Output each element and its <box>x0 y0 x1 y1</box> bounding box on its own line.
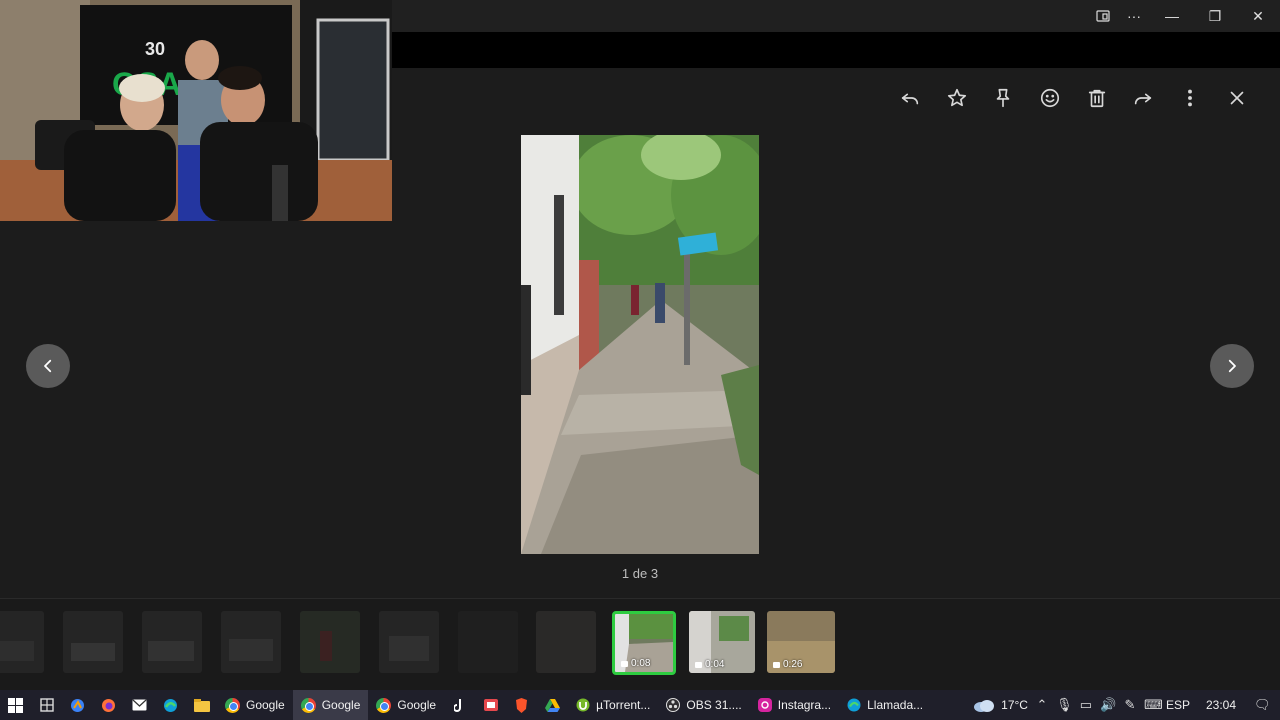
edge-icon <box>847 698 861 712</box>
language-indicator[interactable]: ESP <box>1166 698 1190 712</box>
webcam-image: 30 OSA <box>0 0 392 221</box>
taskbar-app-llamada[interactable]: Llamada... <box>839 690 931 720</box>
keyboard-icon[interactable]: ⌨ <box>1144 697 1163 713</box>
start-button[interactable] <box>0 690 31 720</box>
system-tray: 17°C ⌃ 🎙 ▭ 🔊 ✎ ⌨ ESP 23:04 🗨 <box>973 690 1280 720</box>
brave-icon[interactable] <box>506 690 537 720</box>
chrome-icon <box>225 697 240 713</box>
chevron-right-icon <box>1228 359 1236 373</box>
cloud-icon <box>974 700 995 712</box>
svg-text:30: 30 <box>145 39 165 59</box>
obs-icon <box>666 698 681 712</box>
close-window-button[interactable]: ✕ <box>1236 0 1280 32</box>
thumbnail[interactable] <box>142 611 202 673</box>
video-icon <box>695 661 702 668</box>
notification-icon[interactable]: 🗨 <box>1254 697 1271 713</box>
thumbnail[interactable]: 0:04 <box>689 611 755 673</box>
reply-icon[interactable] <box>887 80 934 116</box>
video-icon <box>773 661 780 668</box>
restore-button[interactable]: ❐ <box>1193 0 1237 32</box>
clock[interactable]: 23:04 <box>1206 698 1236 712</box>
drive-icon[interactable] <box>537 690 568 720</box>
thumbnail[interactable] <box>536 611 596 673</box>
edge-icon[interactable] <box>155 690 186 720</box>
taskbar-app-utorrent[interactable]: µTorrent... <box>568 690 658 720</box>
screen: ··· — ❐ ✕ 30 1 de 3 0:08 0:04 0:26 Googl… <box>0 0 1280 720</box>
windows-icon <box>8 697 23 713</box>
taskbar-app-instagram[interactable]: Instagra... <box>750 690 839 720</box>
weather-temp[interactable]: 17°C <box>1001 698 1028 712</box>
street-photo <box>521 135 759 554</box>
thumbnail[interactable] <box>221 611 281 673</box>
viewer-toolbar <box>887 80 1261 116</box>
taskbar-app-google-3[interactable]: Google <box>368 690 444 720</box>
chrome-icon <box>376 697 392 713</box>
thumbnail-selected[interactable]: 0:08 <box>612 611 676 675</box>
microphone-icon[interactable]: 🎙 <box>1056 697 1073 713</box>
thumbnail[interactable] <box>300 611 360 673</box>
webcam-overlay: 30 OSA <box>0 0 392 221</box>
chevron-left-icon <box>44 359 52 373</box>
media-counter: 1 de 3 <box>621 566 659 581</box>
header-strip <box>392 32 1280 68</box>
taskbar-app-google-2[interactable]: Google <box>292 690 369 720</box>
thumbnail-duration: 0:26 <box>773 659 802 670</box>
pin-icon[interactable] <box>980 80 1027 116</box>
next-button[interactable] <box>1210 344 1254 388</box>
close-viewer-icon[interactable] <box>1213 80 1260 116</box>
firefox-icon[interactable] <box>93 690 124 720</box>
taskbar-app-google-1[interactable]: Google <box>217 690 293 720</box>
emoji-icon[interactable] <box>1027 80 1074 116</box>
network-icon[interactable]: ▭ <box>1078 697 1094 713</box>
chrome-icon <box>300 697 316 713</box>
forward-icon[interactable] <box>1120 80 1167 116</box>
copilot-icon[interactable] <box>62 690 93 720</box>
taskbar: Google Google Google µTorrent... OBS 31.… <box>0 690 1280 720</box>
utorrent-icon <box>576 698 590 712</box>
mail-icon[interactable] <box>124 690 155 720</box>
minimize-button[interactable]: — <box>1150 0 1194 32</box>
thumbnail-duration: 0:04 <box>695 659 724 670</box>
thumbnail[interactable] <box>379 611 439 673</box>
pen-icon[interactable]: ✎ <box>1122 697 1138 713</box>
app-icon[interactable] <box>475 690 506 720</box>
file-explorer-icon[interactable] <box>186 690 217 720</box>
previous-button[interactable] <box>26 344 70 388</box>
delete-icon[interactable] <box>1073 80 1120 116</box>
thumbnail[interactable] <box>458 611 518 673</box>
tiktok-icon[interactable] <box>444 690 475 720</box>
instagram-icon <box>757 698 772 712</box>
more-vertical-icon[interactable] <box>1167 80 1214 116</box>
video-icon <box>621 660 628 667</box>
taskbar-app-obs[interactable]: OBS 31.... <box>658 690 749 720</box>
star-icon[interactable] <box>933 80 980 116</box>
filmstrip: 0:08 0:04 0:26 <box>0 598 1280 690</box>
chevron-up-icon[interactable]: ⌃ <box>1034 697 1050 713</box>
volume-icon[interactable]: 🔊 <box>1100 697 1116 713</box>
task-view-icon[interactable] <box>31 690 62 720</box>
thumbnail[interactable] <box>0 611 44 673</box>
thumbnail[interactable]: 0:26 <box>767 611 835 673</box>
main-media[interactable] <box>521 135 759 554</box>
thumbnail[interactable] <box>63 611 123 673</box>
thumbnail-duration: 0:08 <box>621 658 650 669</box>
